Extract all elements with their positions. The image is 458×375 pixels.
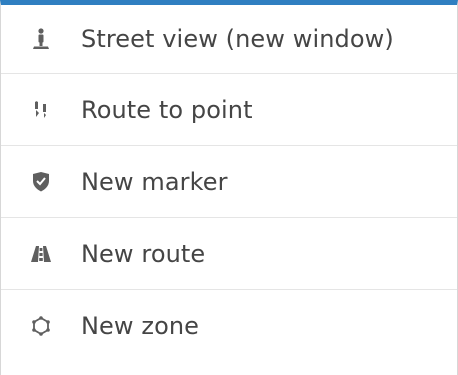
shield-marker-icon xyxy=(31,171,51,193)
menu-item-label: New route xyxy=(81,239,206,268)
menu-item-label: Route to point xyxy=(81,95,253,124)
menu-item-label: Street view (new window) xyxy=(81,25,394,53)
menu-item-street-view[interactable]: Street view (new window) xyxy=(1,5,457,74)
menu-item-new-zone[interactable]: New zone xyxy=(1,290,457,362)
zone-polygon-icon xyxy=(31,315,51,337)
context-menu: Street view (new window) Route to point … xyxy=(0,0,458,375)
road-route-icon xyxy=(31,243,51,265)
street-view-icon xyxy=(31,28,51,50)
route-to-point-icon xyxy=(31,99,51,121)
menu-item-label: New marker xyxy=(81,167,228,196)
menu-item-label: New zone xyxy=(81,312,200,340)
menu-item-route-to-point[interactable]: Route to point xyxy=(1,74,457,146)
menu-item-new-marker[interactable]: New marker xyxy=(1,146,457,218)
menu-item-new-route[interactable]: New route xyxy=(1,218,457,290)
